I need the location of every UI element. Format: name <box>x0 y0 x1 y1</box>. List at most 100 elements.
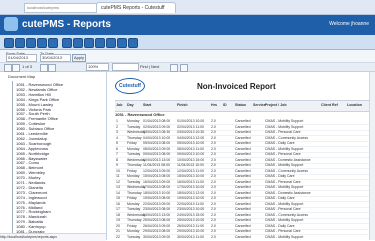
table-cell: Cancelled <box>235 124 251 129</box>
table-cell: 6 <box>116 146 118 151</box>
table-cell: Cancelled <box>235 207 251 211</box>
table-cell: 11 <box>116 174 120 178</box>
column-header: ID <box>223 103 227 107</box>
table-cell: CMAS - Domestic Assistance <box>265 190 311 195</box>
report-icon[interactable] <box>62 38 72 48</box>
first-page-icon[interactable] <box>4 64 12 72</box>
table-cell: 13 <box>116 185 120 189</box>
table-cell: Cancelled <box>235 201 251 206</box>
table-cell: 01/04/2013 08:00 <box>143 119 171 123</box>
table-cell: Tuesday <box>127 207 141 211</box>
table-cell: 22/04/2013 11:00 <box>177 201 204 206</box>
table-cell: Monday <box>127 146 140 151</box>
export-report-icon[interactable] <box>170 64 178 72</box>
chart-icon[interactable] <box>73 38 83 48</box>
address-bar[interactable]: localhost/cutepms <box>24 3 98 13</box>
report-title: Non-Invoiced Report <box>197 82 276 91</box>
table-cell: CMAS - Daily Care <box>265 223 295 228</box>
apply-button[interactable]: Apply <box>72 54 86 62</box>
table-cell: 30/04/2013 11:00 <box>177 234 204 239</box>
table-cell: 18 <box>116 212 120 217</box>
table-cell: CMAS - Mobility Support <box>265 119 304 123</box>
settings-icon[interactable] <box>106 38 116 48</box>
table-cell: 23/04/2013 08:00 <box>143 207 171 211</box>
table-cell: Cancelled <box>235 163 251 167</box>
table-cell: 02/04/2013 11:00 <box>177 124 204 129</box>
table-cell: 2.0 <box>211 190 216 195</box>
table-cell: Tuesday <box>127 179 141 184</box>
table-cell: 03/04/2013 10:30 <box>177 130 205 134</box>
refresh-icon[interactable] <box>180 64 188 72</box>
table-cell: 2.0 <box>211 124 216 129</box>
table-cell: 2.0 <box>211 168 216 173</box>
table-cell: Cancelled <box>235 212 251 217</box>
table-cell: Tuesday <box>127 124 141 129</box>
table-cell: 2.0 <box>211 146 216 151</box>
print-icon[interactable] <box>26 38 36 48</box>
page-indicator: 1 of 3 <box>22 64 33 69</box>
table-cell: 15/04/2013 10:00 <box>177 174 205 178</box>
table-cell: 29/04/2013 08:00 <box>143 229 171 233</box>
table-cell: 2.0 <box>211 163 216 167</box>
table-cell: Cancelled <box>235 179 251 184</box>
find-input[interactable] <box>112 63 139 71</box>
table-cell: 16 <box>116 201 120 206</box>
table-cell: 21 <box>116 229 120 233</box>
table-cell: 15 <box>116 196 120 200</box>
table-cell: 12/04/2013 09:00 <box>143 168 171 173</box>
table-cell: Monday <box>127 174 140 178</box>
back-icon[interactable] <box>15 38 25 48</box>
to-date-input[interactable]: 30/04/2013 <box>40 54 71 62</box>
table-row: 22 Tuesday 30/04/2013 09:00 30/04/2013 11:0… <box>115 234 373 240</box>
tree-connector <box>12 81 13 237</box>
table-cell: Monday <box>127 229 140 233</box>
table-cell: Cancelled <box>235 174 251 178</box>
table-cell: 2.0 <box>211 157 216 162</box>
table-cell: 7 <box>116 152 118 156</box>
table-cell: 16/04/2013 11:00 <box>177 179 204 184</box>
column-header: Service <box>253 103 266 107</box>
table-cell: 2.0 <box>211 196 216 200</box>
logout-icon[interactable] <box>128 38 138 48</box>
table-cell: 2.0 <box>211 201 216 206</box>
table-cell: Cancelled <box>235 218 251 222</box>
table-cell: CMAS - Mobility Support <box>265 234 304 239</box>
users-icon[interactable] <box>95 38 105 48</box>
browser-tab-active[interactable]: cutePMS Reports - Cutestuff <box>96 2 176 13</box>
table-cell: 09/04/2013 10:00 <box>177 152 205 156</box>
group-header: 1051 - Ravenswood Office <box>115 112 165 117</box>
from-date-input[interactable]: 01/04/2013 <box>6 54 37 62</box>
prev-page-icon[interactable] <box>12 64 20 72</box>
welcome-text: Welcome jhoanne <box>329 21 369 27</box>
table-cell: Friday <box>127 141 137 145</box>
column-header: Day <box>127 103 134 107</box>
export-icon[interactable] <box>37 38 47 48</box>
home-icon[interactable] <box>4 38 14 48</box>
app-title: cutePMS - Reports <box>22 19 111 30</box>
table-cell: CMAS - Mobility Support <box>265 218 304 222</box>
table-cell: 4 <box>116 135 118 140</box>
table-cell: 11/04/2013 10:00 <box>177 163 204 167</box>
table-cell: 29/04/2013 10:00 <box>177 229 205 233</box>
table-cell: 12/04/2013 11:00 <box>177 168 204 173</box>
table-cell: 12 <box>116 179 120 184</box>
vertical-scrollbar[interactable] <box>369 72 375 240</box>
table-cell: 19/04/2013 08:00 <box>143 196 171 200</box>
next-page-icon[interactable] <box>40 64 48 72</box>
calendar-icon[interactable] <box>84 38 94 48</box>
last-page-icon[interactable] <box>48 64 56 72</box>
table-cell: Thursday <box>127 163 142 167</box>
email-icon[interactable] <box>48 38 58 48</box>
table-cell: 15/04/2013 08:00 <box>143 174 171 178</box>
find-next-link[interactable]: Find | Next <box>140 64 159 69</box>
table-cell: Cancelled <box>235 141 251 145</box>
help-icon[interactable] <box>117 38 127 48</box>
table-cell: 2.0 <box>211 223 216 228</box>
table-cell: Cancelled <box>235 196 251 200</box>
table-cell: Monday <box>127 119 140 123</box>
table-cell: 22/04/2013 09:00 <box>143 201 171 206</box>
zoom-select[interactable]: 100% <box>86 63 109 71</box>
table-cell: 2.0 <box>211 234 216 239</box>
table-cell: CMAS - Daily Care <box>265 141 295 145</box>
browser-window: localhost/cutepms cutePMS Reports - Cute… <box>0 0 375 241</box>
